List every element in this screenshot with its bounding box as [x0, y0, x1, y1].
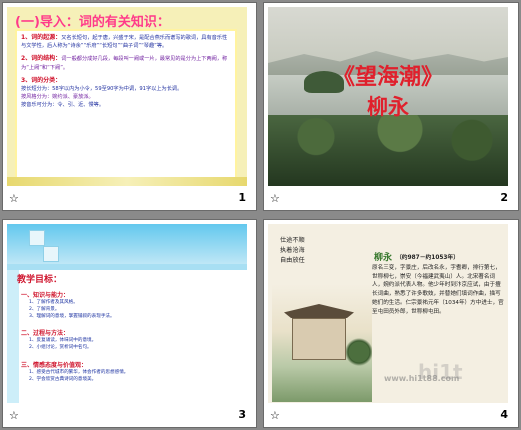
slide-number: 1 — [238, 191, 246, 204]
section-line: 按风格分为：婉约派、豪放派。 — [21, 94, 94, 101]
section-list: 1、反复诵读，体味词中的意境。 2、小组讨论，赏析词中名句。 — [29, 337, 96, 351]
slide-number: 2 — [500, 191, 508, 204]
poem-title: 《望海潮》 — [332, 64, 443, 90]
slide-title: (一)导入：词的有关知识： — [15, 15, 170, 30]
slide-canvas: 教学目标： 一、知识与能力： 1、了解作者及其风格。 2、了解背景。 3、理解词… — [7, 224, 247, 404]
section-list: 1、感受古代城市的繁华，体会作者的思想感情。 2、学会欣赏古典诗词的意境美。 — [29, 369, 128, 383]
slide-footer: ☆ 2 — [264, 186, 518, 210]
author-name: 柳永 — [367, 94, 409, 119]
section-heading: 三、情感态度与价值观： — [21, 362, 88, 369]
section-heading: 3、词的分类： — [21, 76, 62, 84]
poem-line: 执着沧海 — [280, 247, 305, 254]
poem-lines: 仕途不顺 执着沧海 自由放任 — [280, 236, 305, 266]
slide-footer: ☆ 1 — [3, 186, 256, 210]
star-icon[interactable]: ☆ — [270, 192, 280, 205]
section-heading: 二、过程与方法： — [21, 330, 70, 337]
slide-title: 教学目标： — [17, 275, 63, 285]
list-item: 1、反复诵读，体味词中的意境。 — [29, 338, 97, 343]
section-list: 1、了解作者及其风格。 2、了解背景。 3、理解词的意境，掌握铺叙的表现手法。 — [29, 299, 115, 320]
pavilion-image — [292, 318, 346, 360]
slide-canvas: 仕途不顺 执着沧海 自由放任 柳永 （约987－约1053年） 原名三变，字景庄… — [268, 224, 508, 404]
section-line: 按音乐可分为：令、引、近、慢等。 — [21, 102, 105, 109]
watermark: www.hi1t88.com — [384, 374, 460, 383]
section-heading: 一、知识与能力： — [21, 292, 70, 299]
divider — [7, 264, 247, 270]
star-icon[interactable]: ☆ — [9, 409, 19, 422]
content-panel: 1、词的起源：又名长短句，起于唐，兴盛于宋，是配合燕乐而谱写的歌词，具有音乐性与… — [15, 29, 237, 179]
list-item: 1、感受古代城市的繁华，体会作者的思想感情。 — [29, 370, 129, 375]
side-band — [7, 270, 19, 404]
slide-canvas: (一)导入：词的有关知识： 1、词的起源：又名长短句，起于唐，兴盛于宋，是配合燕… — [7, 7, 247, 187]
section-heading: 1、词的起源： — [21, 34, 62, 41]
trees-image — [268, 115, 508, 187]
slide-thumbnail-2[interactable]: 《望海潮》 柳永 ☆ 2 — [263, 2, 519, 211]
list-item: 1、了解作者及其风格。 — [29, 300, 78, 305]
cube-decoration — [43, 246, 59, 262]
list-item: 2、学会欣赏古典诗词的意境美。 — [29, 377, 97, 382]
slide-canvas: 《望海潮》 柳永 — [268, 7, 508, 187]
slide-footer: ☆ 4 — [264, 403, 518, 427]
star-icon[interactable]: ☆ — [270, 409, 280, 422]
author-dates: （约987－约1053年） — [396, 255, 460, 261]
section-heading: 2、词的结构： — [21, 55, 62, 63]
cube-decoration — [29, 230, 45, 246]
poem-line: 自由放任 — [280, 257, 305, 264]
slide-thumbnail-1[interactable]: (一)导入：词的有关知识： 1、词的起源：又名长短句，起于唐，兴盛于宋，是配合燕… — [2, 2, 257, 211]
author-bio: 原名三变，字景庄，后改名永，字耆卿，排行第七，世称柳七，崇安（今福建武夷山）人。… — [372, 265, 504, 315]
slide-number: 3 — [238, 408, 246, 421]
star-icon[interactable]: ☆ — [9, 192, 19, 205]
section-line: 按长短分为：58字以内为小令，59至90字为中调，91字以上为长调。 — [21, 86, 183, 93]
poem-line: 仕途不顺 — [280, 237, 305, 244]
list-item: 3、理解词的意境，掌握铺叙的表现手法。 — [29, 314, 115, 319]
slide-thumbnail-3[interactable]: 教学目标： 一、知识与能力： 1、了解作者及其风格。 2、了解背景。 3、理解词… — [2, 219, 257, 428]
author-name: 柳永 — [374, 253, 393, 263]
slide-thumbnail-4[interactable]: 仕途不顺 执着沧海 自由放任 柳永 （约987－约1053年） 原名三变，字景庄… — [263, 219, 519, 428]
list-item: 2、了解背景。 — [29, 307, 60, 312]
slide-footer: ☆ 3 — [3, 403, 256, 427]
slide-number: 4 — [500, 408, 508, 421]
list-item: 2、小组讨论，赏析词中名句。 — [29, 345, 92, 350]
tree-image — [346, 332, 372, 372]
